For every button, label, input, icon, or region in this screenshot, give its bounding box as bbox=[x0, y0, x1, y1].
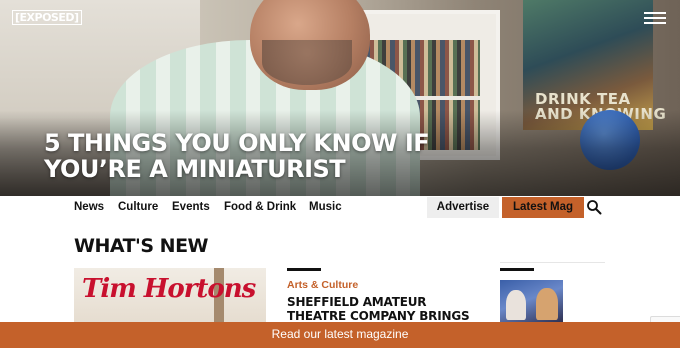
article-headline[interactable]: SHEFFIELD AMATEUR THEATRE COMPANY BRINGS bbox=[287, 295, 487, 323]
hero-banner[interactable]: DRINK TEA AND KNOWING [EXPOSED] 5 THINGS… bbox=[0, 0, 680, 196]
thumbnail-figure bbox=[506, 290, 526, 320]
card-accent-bar bbox=[500, 268, 534, 271]
search-icon[interactable] bbox=[586, 199, 602, 215]
hero-article-title[interactable]: 5 THINGS YOU ONLY KNOW IF YOU’RE A MINIA… bbox=[44, 130, 464, 182]
menu-icon-line bbox=[644, 17, 666, 19]
section-title: WHAT'S NEW bbox=[74, 235, 209, 257]
card-image-sign: Tim Hortons bbox=[82, 274, 256, 304]
nav-item-food-drink[interactable]: Food & Drink bbox=[224, 201, 296, 213]
menu-icon-line bbox=[644, 22, 666, 24]
latest-magazine-banner[interactable]: Read our latest magazine bbox=[0, 322, 680, 348]
nav-item-culture[interactable]: Culture bbox=[118, 201, 158, 213]
card-accent-bar bbox=[287, 268, 321, 271]
search-icon-glyph bbox=[587, 200, 602, 215]
nav-item-events[interactable]: Events bbox=[172, 201, 210, 213]
nav-item-news[interactable]: News bbox=[74, 201, 104, 213]
site-logo[interactable]: [EXPOSED] bbox=[12, 10, 82, 25]
article-category[interactable]: Arts & Culture bbox=[287, 279, 358, 291]
article-card-image[interactable]: Tim Hortons bbox=[74, 268, 266, 322]
hero-photo-beard bbox=[262, 40, 352, 85]
advertise-button[interactable]: Advertise bbox=[427, 197, 499, 218]
article-thumbnail[interactable] bbox=[500, 280, 563, 324]
thumbnail-figure bbox=[536, 288, 558, 320]
latest-mag-button[interactable]: Latest Mag bbox=[502, 197, 584, 218]
card-divider bbox=[500, 262, 605, 263]
nav-item-music[interactable]: Music bbox=[309, 201, 342, 213]
menu-icon-line bbox=[644, 12, 666, 14]
hamburger-menu-icon[interactable] bbox=[644, 12, 666, 24]
